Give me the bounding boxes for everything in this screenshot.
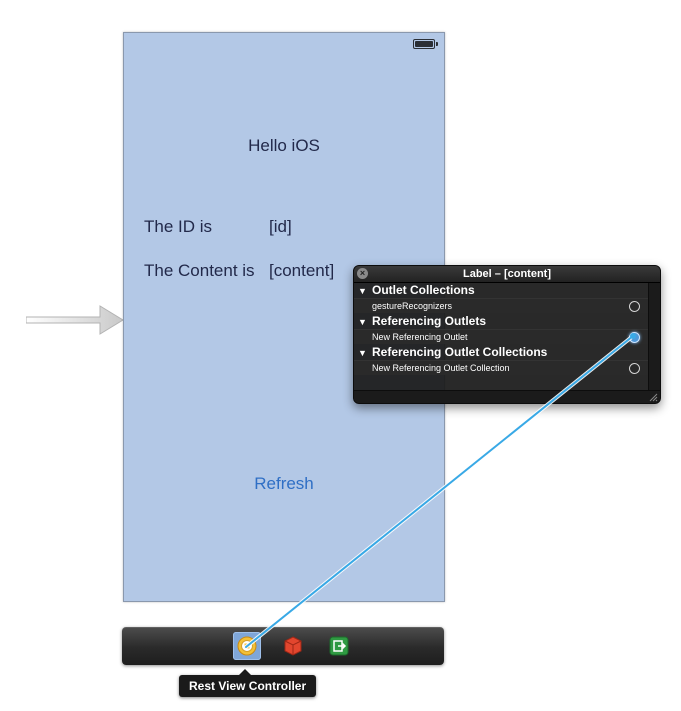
row-label: New Referencing Outlet Collection xyxy=(372,363,510,373)
hud-footer xyxy=(354,390,660,403)
row-label: gestureRecognizers xyxy=(372,301,453,311)
hud-title: Label – [content] xyxy=(354,266,660,283)
refresh-button[interactable]: Refresh xyxy=(124,474,444,494)
connection-circle-active-icon[interactable] xyxy=(629,332,640,343)
view-controller-icon[interactable] xyxy=(233,632,261,660)
section-referencing-outlets[interactable]: ▼ Referencing Outlets xyxy=(354,314,652,329)
content-value-label[interactable]: [content] xyxy=(269,261,334,281)
outlet-row-new-referencing-outlet[interactable]: New Referencing Outlet xyxy=(354,329,648,344)
scene-dock xyxy=(122,627,444,665)
first-responder-icon[interactable] xyxy=(279,632,307,660)
section-outlet-collections[interactable]: ▼ Outlet Collections xyxy=(354,283,652,298)
id-value-label[interactable]: [id] xyxy=(269,217,292,237)
dock-tooltip: Rest View Controller xyxy=(179,669,317,697)
connection-circle-icon[interactable] xyxy=(629,301,640,312)
disclosure-triangle-icon[interactable]: ▼ xyxy=(358,346,372,361)
section-title: Referencing Outlets xyxy=(372,314,487,328)
section-title: Outlet Collections xyxy=(372,283,475,297)
resize-grip-icon[interactable] xyxy=(648,392,658,402)
outlet-row-gesture-recognizers[interactable]: gestureRecognizers xyxy=(354,298,648,313)
section-title: Referencing Outlet Collections xyxy=(372,345,548,359)
storyboard-entry-arrow xyxy=(26,305,124,335)
hello-label[interactable]: Hello iOS xyxy=(124,136,444,156)
close-icon[interactable]: × xyxy=(357,268,368,279)
outlet-row-new-referencing-outlet-collection[interactable]: New Referencing Outlet Collection xyxy=(354,360,648,375)
battery-icon xyxy=(413,39,438,49)
disclosure-triangle-icon[interactable]: ▼ xyxy=(358,284,372,299)
exit-icon[interactable] xyxy=(325,632,353,660)
id-caption-label[interactable]: The ID is xyxy=(144,217,212,237)
connection-circle-icon[interactable] xyxy=(629,363,640,374)
connections-hud: Label – [content] × ▼ Outlet Collections … xyxy=(353,265,661,404)
hud-scrollbar[interactable] xyxy=(648,283,660,391)
content-caption-label[interactable]: The Content is xyxy=(144,261,255,281)
row-label: New Referencing Outlet xyxy=(372,332,468,342)
section-referencing-outlet-collections[interactable]: ▼ Referencing Outlet Collections xyxy=(354,345,652,360)
disclosure-triangle-icon[interactable]: ▼ xyxy=(358,315,372,330)
